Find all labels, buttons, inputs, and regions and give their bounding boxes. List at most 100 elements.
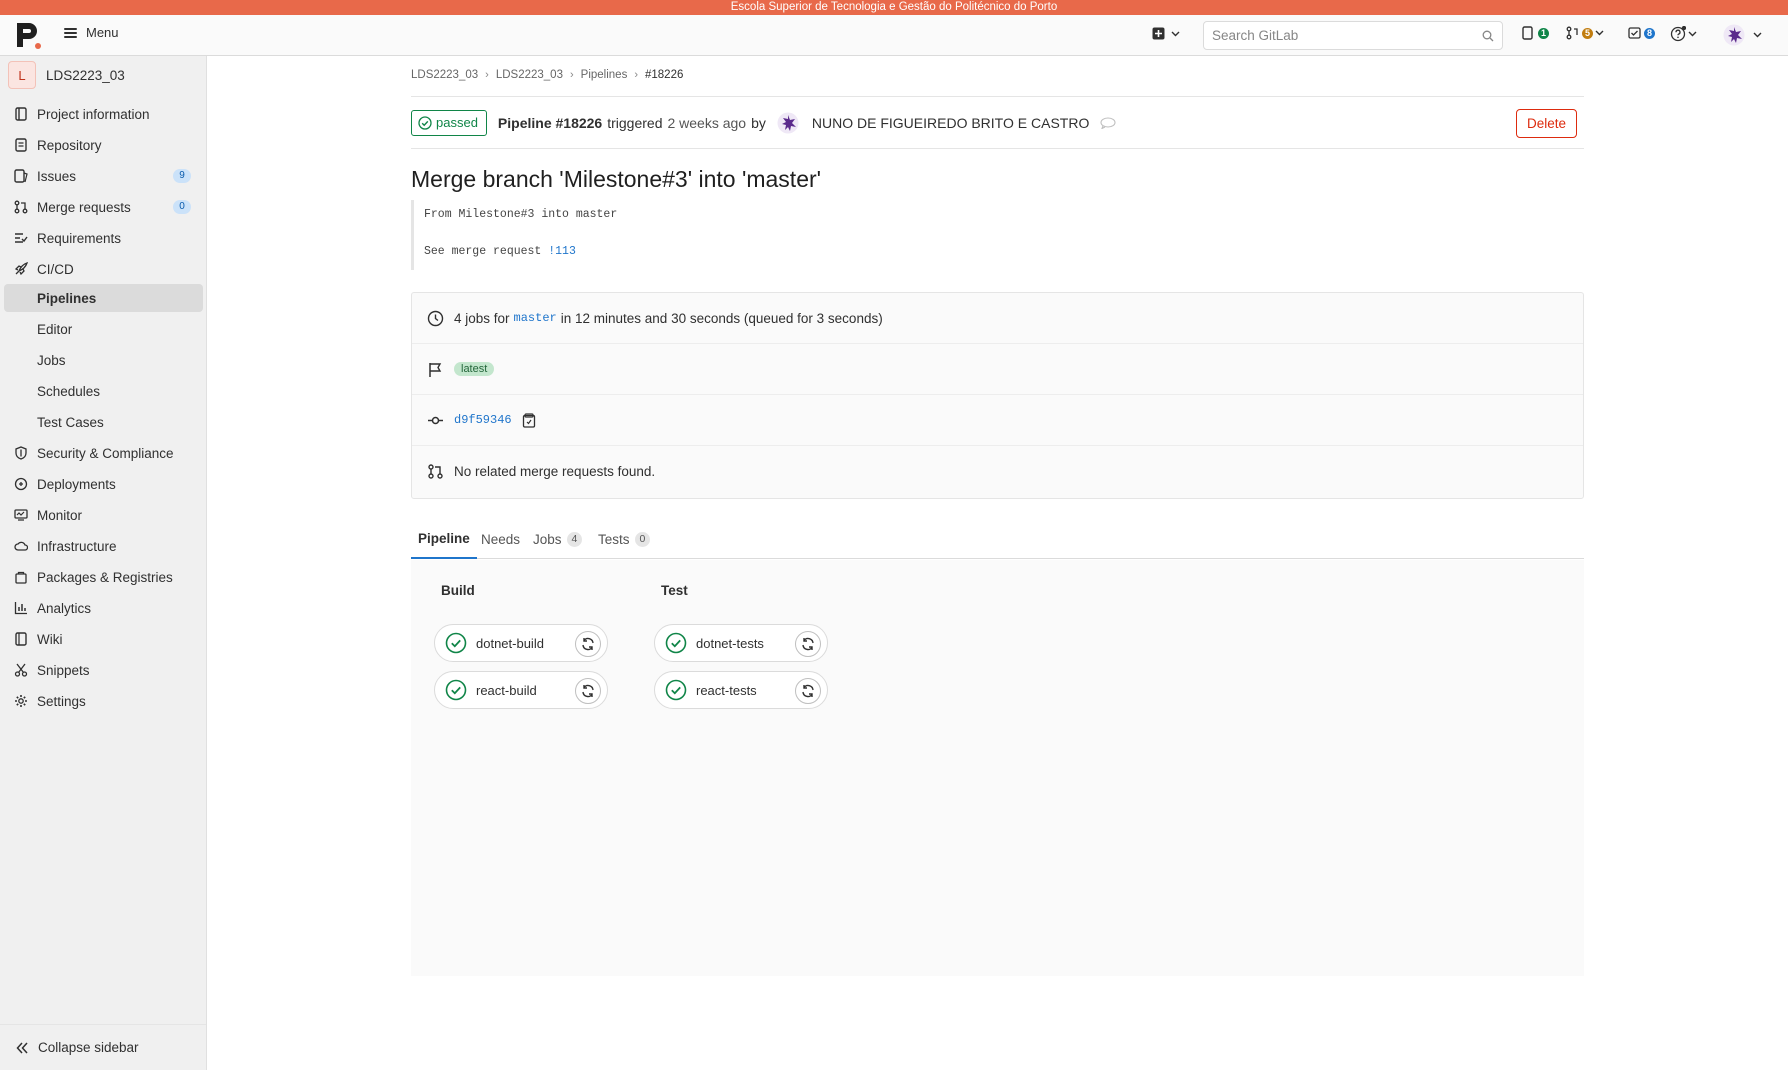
sidebar-item-deployments[interactable]: Deployments: [4, 470, 203, 498]
institution-banner: Escola Superior de Tecnologia e Gestão d…: [0, 0, 1788, 15]
search-box[interactable]: [1203, 21, 1503, 50]
sidebar-item-label: Snippets: [37, 662, 90, 678]
merge-request-icon: [428, 464, 443, 479]
no-mr-text: No related merge requests found.: [454, 464, 656, 479]
sidebar-item-snippets[interactable]: Snippets: [4, 656, 203, 684]
retry-button[interactable]: [795, 678, 821, 704]
sidebar-item-jobs[interactable]: Jobs: [4, 346, 203, 374]
hamburger-icon: [64, 27, 77, 38]
sidebar-item-settings[interactable]: Settings: [4, 687, 203, 715]
tab-needs[interactable]: Needs: [481, 519, 520, 559]
sidebar-item-pipelines[interactable]: Pipelines: [4, 284, 203, 312]
breadcrumb-item[interactable]: Pipelines: [581, 69, 628, 81]
sidebar-item-schedules[interactable]: Schedules: [4, 377, 203, 405]
merge-requests-nav-button[interactable]: 5: [1566, 26, 1604, 40]
project-header[interactable]: L LDS2223_03: [8, 60, 125, 90]
chevron-right-icon: ›: [634, 69, 638, 81]
user-menu[interactable]: [1723, 24, 1762, 46]
retry-button[interactable]: [575, 631, 601, 657]
retry-button[interactable]: [575, 678, 601, 704]
tab-tests[interactable]: Tests 0: [598, 519, 651, 559]
monitor-icon: [14, 509, 28, 521]
gear-icon: [15, 695, 27, 707]
sidebar-item-label: Repository: [37, 137, 102, 153]
breadcrumb-item[interactable]: LDS2223_03: [411, 69, 478, 81]
chevron-down-icon: [1753, 32, 1762, 38]
job-label: dotnet-tests: [696, 635, 764, 651]
check-circle-icon: [445, 632, 467, 654]
collapse-sidebar-button[interactable]: Collapse sidebar: [0, 1024, 206, 1070]
collapse-sidebar-label: Collapse sidebar: [38, 1040, 139, 1055]
sidebar-item-issues[interactable]: Issues 9: [4, 162, 203, 190]
sidebar-item-cicd[interactable]: CI/CD: [4, 255, 203, 283]
sidebar-item-analytics[interactable]: Analytics: [4, 594, 203, 622]
commit-sha-link[interactable]: d9f59346: [454, 413, 512, 427]
help-dropdown[interactable]: [1670, 26, 1697, 42]
pipeline-tabs: Pipeline Needs Jobs 4 Tests 0: [411, 519, 1584, 559]
tab-label: Needs: [481, 531, 521, 547]
jobs-count-text: 4 jobs for: [454, 310, 510, 326]
sidebar-item-wiki[interactable]: Wiki: [4, 625, 203, 653]
job-react-build[interactable]: react-build: [434, 671, 608, 709]
sidebar-item-editor[interactable]: Editor: [4, 315, 203, 343]
branch-link[interactable]: master: [514, 311, 557, 325]
sidebar-item-project-information[interactable]: Project information: [4, 100, 203, 128]
see-mr-text: See merge request: [424, 245, 549, 258]
sidebar-item-monitor[interactable]: Monitor: [4, 501, 203, 529]
job-react-tests[interactable]: react-tests: [654, 671, 828, 709]
mr-count: 5: [1582, 27, 1594, 39]
commit-description: From Milestone#3 into master See merge r…: [411, 200, 811, 270]
todos-nav-button[interactable]: 8: [1628, 26, 1656, 40]
sidebar-item-security-compliance[interactable]: Security & Compliance: [4, 439, 203, 467]
duration-text: in 12 minutes and 30 seconds (queued for…: [560, 310, 883, 326]
triggered-text: triggered: [607, 114, 663, 131]
logo-icon[interactable]: [14, 20, 44, 50]
sidebar-item-test-cases[interactable]: Test Cases: [4, 408, 203, 436]
new-item-dropdown[interactable]: [1152, 27, 1180, 40]
project-name: LDS2223_03: [46, 67, 125, 83]
sidebar-item-label: Deployments: [37, 476, 116, 492]
breadcrumb-item[interactable]: LDS2223_03: [496, 69, 563, 81]
sidebar-item-label: Editor: [37, 321, 73, 337]
delete-button[interactable]: Delete: [1515, 109, 1577, 138]
job-dotnet-tests[interactable]: dotnet-tests: [654, 624, 828, 662]
top-header: Menu 1 5 8: [0, 15, 1788, 56]
search-input[interactable]: [1212, 28, 1472, 43]
breadcrumb-current[interactable]: #18226: [645, 69, 683, 81]
sidebar-item-packages-registries[interactable]: Packages & Registries: [4, 563, 203, 591]
sidebar-item-label: Issues: [37, 168, 77, 184]
status-label: passed: [436, 115, 478, 130]
retry-button[interactable]: [795, 631, 821, 657]
job-dotnet-build[interactable]: dotnet-build: [434, 624, 608, 662]
sidebar-item-infrastructure[interactable]: Infrastructure: [4, 532, 203, 560]
avatar[interactable]: [777, 112, 799, 134]
stage-title: Test: [661, 583, 688, 598]
status-badge[interactable]: passed: [411, 109, 487, 136]
todos-count: 8: [1644, 27, 1656, 39]
tab-label: Tests: [598, 531, 630, 547]
check-circle-icon: [418, 115, 432, 130]
sidebar-item-requirements[interactable]: Requirements: [4, 224, 203, 252]
merge-request-link[interactable]: !113: [548, 245, 576, 258]
issues-icon: [14, 169, 28, 183]
sidebar-item-repository[interactable]: Repository: [4, 131, 203, 159]
tab-label: Pipeline: [418, 530, 470, 546]
tab-jobs[interactable]: Jobs 4: [533, 519, 583, 559]
chevron-right-icon: ›: [485, 69, 489, 81]
menu-button[interactable]: Menu: [64, 25, 119, 40]
tab-pipeline[interactable]: Pipeline: [411, 519, 477, 559]
author-name[interactable]: NUNO DE FIGUEIREDO BRITO E CASTRO: [812, 115, 1089, 131]
issues-nav-button[interactable]: 1: [1522, 26, 1550, 40]
pipeline-header: passed Pipeline #18226 triggered 2 weeks…: [411, 96, 1584, 149]
sidebar-item-label: Analytics: [37, 600, 92, 616]
by-text: by: [751, 114, 766, 131]
chevron-right-icon: ›: [569, 69, 574, 81]
merge-requests-info-row: No related merge requests found.: [412, 446, 1583, 497]
retry-icon: [802, 684, 814, 698]
chevron-down-icon: [1688, 31, 1697, 37]
chart-icon: [14, 602, 27, 615]
check-circle-icon: [445, 679, 467, 701]
sidebar-item-merge-requests[interactable]: Merge requests 0: [4, 193, 203, 221]
copy-icon[interactable]: [522, 412, 536, 428]
search-icon: [1482, 30, 1494, 42]
